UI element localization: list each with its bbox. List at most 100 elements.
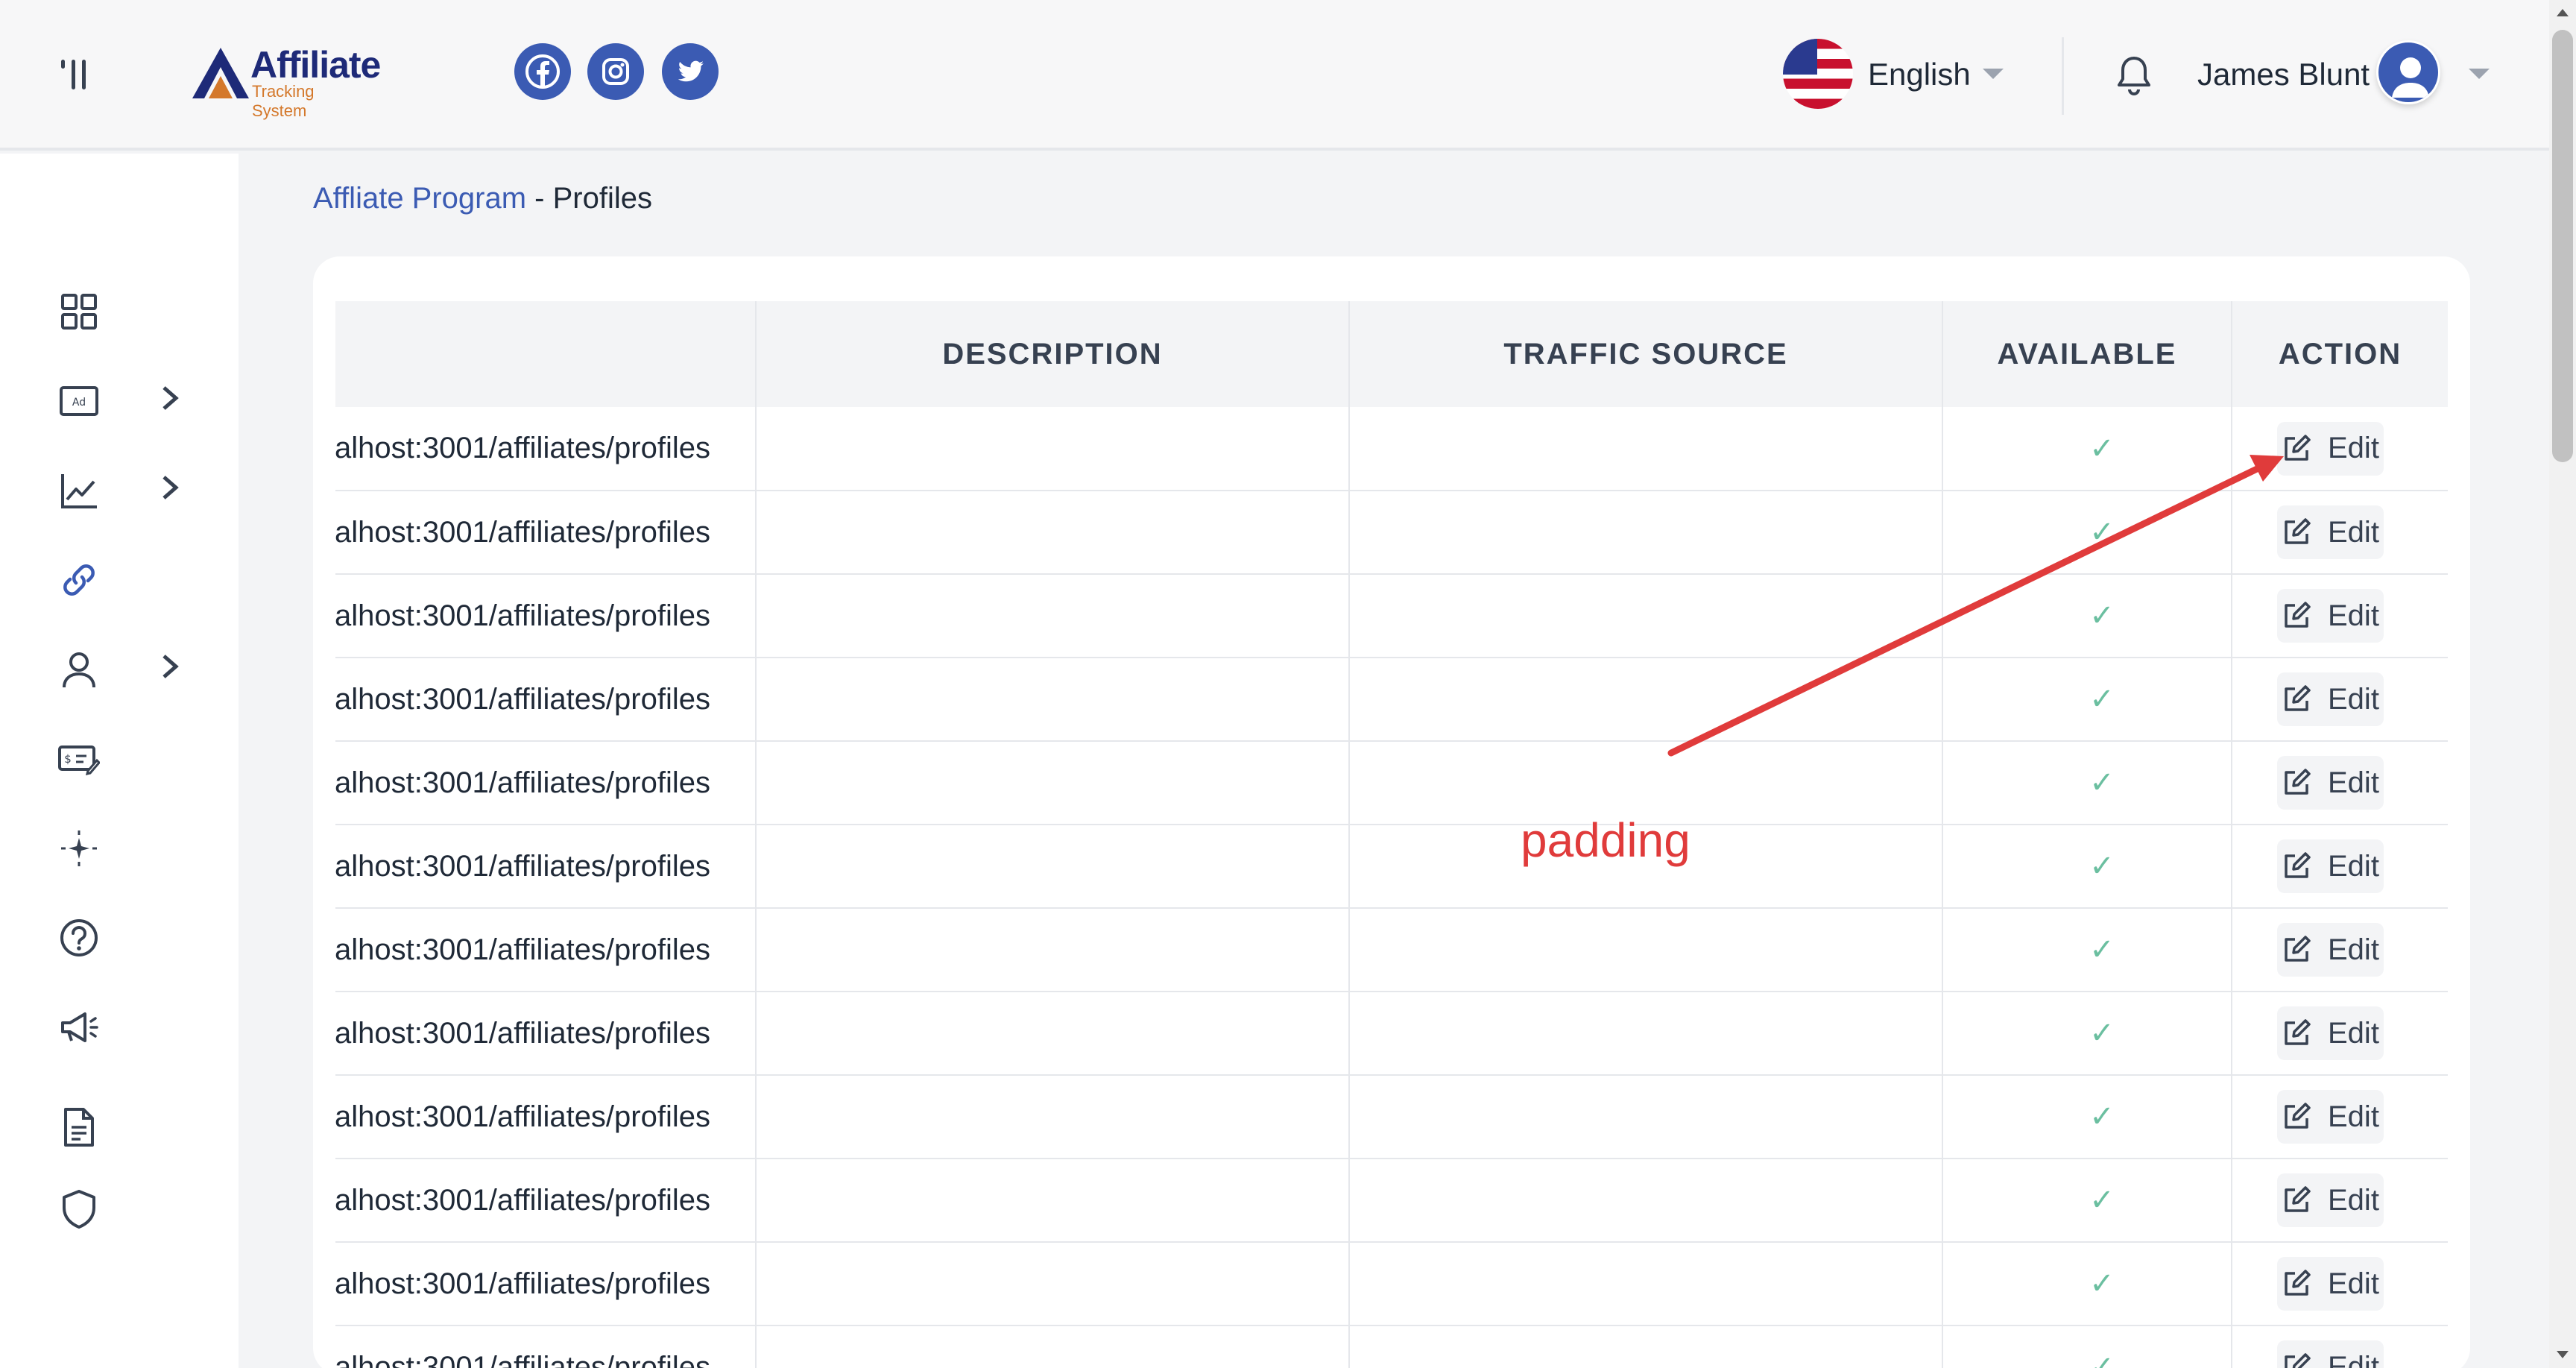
edit-button[interactable]: Edit [2277, 505, 2384, 559]
cell-url: alhost:3001/affiliates/profiles [335, 1075, 757, 1159]
avatar[interactable] [2376, 40, 2440, 104]
user-menu-chevron-icon[interactable] [2469, 69, 2490, 79]
page-scrollbar[interactable] [2549, 0, 2576, 1368]
cell-traffic-source [1349, 1075, 1943, 1159]
edit-icon [2285, 518, 2311, 544]
edit-button[interactable]: Edit [2277, 1173, 2384, 1227]
edit-label: Edit [2328, 1183, 2379, 1217]
url-text: alhost:3001/affiliates/profiles [335, 1016, 710, 1050]
cell-url: alhost:3001/affiliates/profiles [335, 992, 757, 1076]
cell-available: ✓ [1942, 1242, 2232, 1326]
language-label: English [1868, 57, 1971, 92]
edit-button[interactable]: Edit [2277, 1340, 2384, 1368]
cell-description [756, 1242, 1350, 1326]
url-text: alhost:3001/affiliates/profiles [335, 1183, 710, 1217]
edit-button[interactable]: Edit [2277, 1090, 2384, 1144]
edit-label: Edit [2328, 766, 2379, 799]
megaphone-icon[interactable] [58, 1006, 100, 1048]
cell-available: ✓ [1942, 658, 2232, 742]
cell-url: alhost:3001/affiliates/profiles [335, 1159, 757, 1243]
user-name[interactable]: James Blunt [2197, 57, 2370, 92]
instagram-icon[interactable] [587, 43, 644, 100]
table-row: alhost:3001/affiliates/profiles ✓ Edit [335, 491, 2448, 575]
check-icon: ✓ [2089, 766, 2115, 799]
column-header-description[interactable]: DESCRIPTION [756, 301, 1350, 407]
table-scroll-container[interactable]: DESCRIPTION TRAFFIC SOURCE AVAILABLE ACT… [335, 301, 2448, 1368]
cell-traffic-source [1349, 1326, 1943, 1368]
edit-button[interactable]: Edit [2277, 672, 2384, 726]
notification-bell-icon[interactable] [2114, 54, 2154, 98]
scroll-up-arrow-icon[interactable] [2557, 9, 2569, 16]
payment-icon[interactable]: $ [58, 738, 100, 780]
edit-button[interactable]: Edit [2277, 756, 2384, 810]
edit-icon [2285, 936, 2311, 962]
cell-description [756, 741, 1350, 825]
edit-button[interactable]: Edit [2277, 1006, 2384, 1060]
cell-action: Edit [2232, 407, 2448, 491]
chevron-right-icon[interactable] [160, 474, 180, 501]
column-header-url [335, 301, 757, 407]
column-header-available[interactable]: AVAILABLE [1942, 301, 2232, 407]
menu-toggle-icon[interactable] [57, 57, 92, 92]
dashboard-icon[interactable] [58, 291, 100, 332]
table-row: alhost:3001/affiliates/profiles ✓ Edit [335, 1075, 2448, 1159]
cell-description [756, 1159, 1350, 1243]
table-row: alhost:3001/affiliates/profiles ✓ Edit [335, 1242, 2448, 1326]
table-row: alhost:3001/affiliates/profiles ✓ Edit [335, 741, 2448, 825]
link-icon[interactable] [58, 559, 100, 601]
cell-url: alhost:3001/affiliates/profiles [335, 825, 757, 909]
edit-label: Edit [2328, 432, 2379, 464]
sparkle-icon[interactable] [58, 828, 100, 869]
edit-label: Edit [2328, 933, 2379, 966]
logo[interactable]: Affiliate Tracking System [191, 43, 381, 120]
url-text: alhost:3001/affiliates/profiles [335, 1100, 710, 1133]
help-icon[interactable] [58, 917, 100, 959]
cell-description [756, 574, 1350, 658]
chevron-right-icon[interactable] [160, 385, 180, 412]
edit-icon [2285, 1103, 2311, 1129]
edit-button[interactable]: Edit [2277, 923, 2384, 977]
cell-description [756, 1326, 1350, 1368]
chevron-right-icon[interactable] [160, 653, 180, 680]
url-text: alhost:3001/affiliates/profiles [335, 432, 710, 464]
chevron-down-icon [1983, 69, 2004, 79]
edit-button[interactable]: Edit [2277, 1257, 2384, 1311]
user-icon[interactable] [58, 649, 100, 690]
edit-icon [2285, 1353, 2311, 1368]
cell-action: Edit [2232, 574, 2448, 658]
chart-icon[interactable] [58, 470, 100, 511]
edit-icon [2285, 1186, 2311, 1212]
edit-label: Edit [2328, 1350, 2379, 1368]
breadcrumb: Affliate Program - Profiles [313, 182, 652, 215]
language-selector[interactable]: English [1783, 39, 2007, 109]
cell-description [756, 658, 1350, 742]
cell-description [756, 491, 1350, 575]
twitter-icon[interactable] [662, 43, 719, 100]
cell-traffic-source [1349, 1159, 1943, 1243]
edit-label: Edit [2328, 599, 2379, 632]
check-icon: ✓ [2089, 1267, 2115, 1300]
document-icon[interactable] [58, 1106, 100, 1148]
profiles-card: DESCRIPTION TRAFFIC SOURCE AVAILABLE ACT… [313, 256, 2470, 1368]
cell-action: Edit [2232, 491, 2448, 575]
edit-button[interactable]: Edit [2277, 589, 2384, 643]
cell-traffic-source [1349, 574, 1943, 658]
facebook-icon[interactable] [514, 43, 571, 100]
scroll-down-arrow-icon[interactable] [2557, 1351, 2569, 1358]
svg-text:$: $ [64, 752, 72, 766]
edit-button[interactable]: Edit [2277, 839, 2384, 893]
edit-button[interactable]: Edit [2277, 421, 2384, 476]
cell-available: ✓ [1942, 908, 2232, 992]
scrollbar-thumb[interactable] [2552, 30, 2573, 462]
cell-description [756, 908, 1350, 992]
ad-icon[interactable]: Ad [58, 380, 100, 422]
breadcrumb-link[interactable]: Affliate Program [313, 182, 526, 215]
url-text: alhost:3001/affiliates/profiles [335, 1350, 710, 1368]
cell-available: ✓ [1942, 825, 2232, 909]
table-row: alhost:3001/affiliates/profiles ✓ Edit [335, 825, 2448, 909]
table-row: alhost:3001/affiliates/profiles ✓ Edit [335, 1159, 2448, 1243]
edit-icon [2285, 769, 2311, 795]
shield-icon[interactable] [58, 1188, 100, 1230]
column-header-traffic-source[interactable]: TRAFFIC SOURCE [1349, 301, 1943, 407]
check-icon: ✓ [2089, 1184, 2115, 1217]
